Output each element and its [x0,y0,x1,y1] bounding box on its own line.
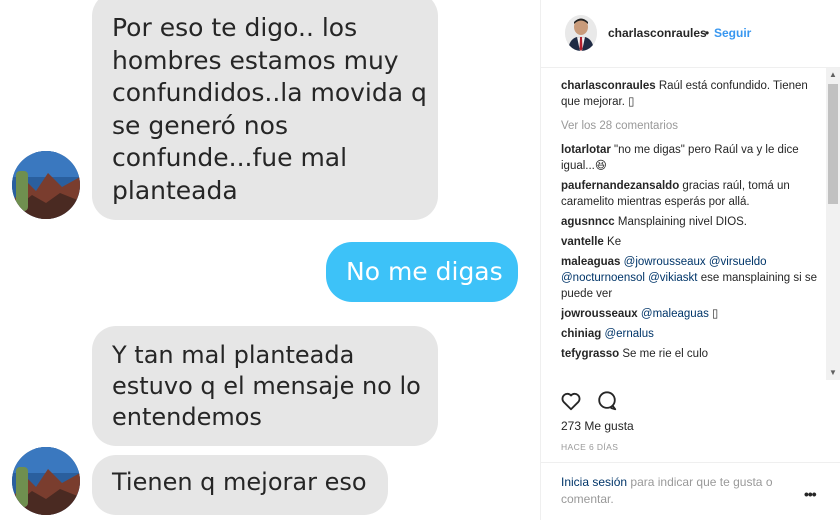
comment-item: maleaguas @jowrousseaux @virsueldo @noct… [561,254,823,302]
scroll-up-arrow-icon[interactable]: ▲ [826,68,840,82]
login-link[interactable]: Inicia sesión [561,475,627,489]
profile-avatar[interactable] [565,15,597,51]
comment-item: chiniag @ernalus [561,326,823,342]
contact-avatar [12,151,80,219]
contact-avatar [12,447,80,515]
message-line: confunde...fue mal [112,143,348,172]
mention-link[interactable]: @vikiaskt [648,272,697,284]
message-line: estuvo q el mensaje no lo [112,372,421,401]
heart-icon[interactable] [560,390,582,412]
comment-username[interactable]: agusnncc [561,216,615,228]
likes-count[interactable]: 273 Me gusta [561,419,634,433]
comment-item: vantelle Ke [561,234,823,250]
message-bubble-outgoing: No me digas [326,242,518,302]
mention-link[interactable]: @virsueldo [709,256,767,268]
message-line: se generó nos [112,110,288,140]
scrollbar-thumb[interactable] [828,84,838,204]
chat-screenshot: Por eso te digo.. los hombres estamos mu… [0,0,540,520]
message-bubble-incoming-3: Tienen q mejorar eso [92,455,388,515]
comment-text: Mansplaining nivel DIOS. [617,216,748,228]
message-bubble-incoming-2: Y tan mal planteada estuvo q el mensaje … [92,326,438,446]
message-line: No me digas [346,257,503,286]
post-timestamp: HACE 6 DÍAS [561,442,619,452]
separator-dot: • [705,26,710,40]
message-bubble-incoming-1: Por eso te digo.. los hombres estamos mu… [92,0,438,220]
comment-username[interactable]: jowrousseaux [561,308,638,320]
post-actions [560,390,820,412]
login-prompt: Inicia sesión para indicar que te gusta … [561,474,801,508]
comment-username[interactable]: vantelle [561,236,604,248]
follow-button[interactable]: Seguir [714,26,751,40]
comment-username[interactable]: tefygrasso [561,348,619,360]
comment-text: Se me rie el culo [622,348,709,360]
comments-list[interactable]: charlasconraules Raúl está confundido. T… [561,78,823,378]
view-all-comments-link[interactable]: Ver los 28 comentarios [561,118,823,134]
comments-scrollbar[interactable]: ▲ ▼ [826,68,840,380]
message-line: Y tan mal planteada [112,341,355,369]
mention-link[interactable]: @jowrousseaux [624,256,706,268]
caption: charlasconraules Raúl está confundido. T… [561,78,823,110]
comment-text: Ke [607,236,622,248]
comment-item: paufernandezansaldo gracias raúl, tomá u… [561,178,823,210]
mention-link[interactable]: @maleaguas [641,308,709,320]
comment-username[interactable]: paufernandezansaldo [561,180,679,192]
post-username[interactable]: charlasconraules [608,26,707,40]
comment-item: agusnncc Mansplaining nivel DIOS. [561,214,823,230]
post-header: charlasconraules • Seguir [541,0,840,68]
message-line: hombres estamos muy [112,45,399,75]
comment-username[interactable]: charlasconraules [561,80,656,92]
comment-text: ▯ [712,308,719,320]
divider [540,462,840,463]
scroll-down-arrow-icon[interactable]: ▼ [826,366,840,380]
comment-item: tefygrasso Se me rie el culo [561,346,823,362]
message-line: planteada [112,175,238,205]
message-line: Tienen q mejorar eso [112,468,367,496]
more-options-icon[interactable]: ••• [804,486,817,502]
message-line: entendemos [112,403,262,432]
mention-link[interactable]: @ernalus [604,328,653,340]
comment-username[interactable]: chiniag [561,328,601,340]
comment-icon[interactable] [596,390,618,412]
comment-item: lotarlotar "no me digas" pero Raúl va y … [561,142,823,174]
message-line: Por eso te digo.. los [112,13,358,42]
message-line: confundidos..la movida q [112,78,427,107]
mention-link[interactable]: @nocturnoensol [561,272,645,284]
comment-item: jowrousseaux @maleaguas ▯ [561,306,823,322]
comment-username[interactable]: lotarlotar [561,144,611,156]
comment-username[interactable]: maleaguas [561,256,620,268]
